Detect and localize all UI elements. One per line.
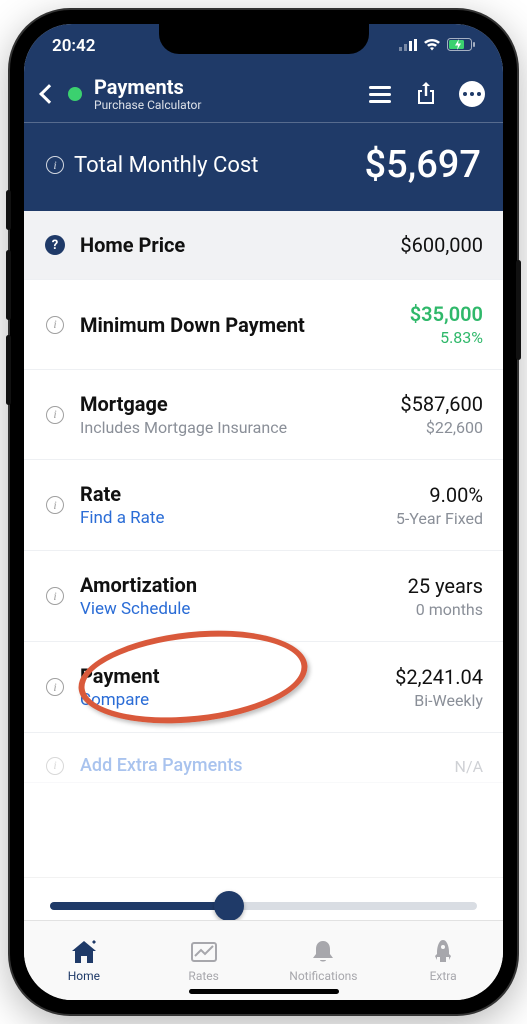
- row-sub: Includes Mortgage Insurance: [80, 418, 386, 437]
- row-value: $2,241.04: [395, 665, 483, 689]
- row-down-payment[interactable]: i Minimum Down Payment $35,000 5.83%: [24, 280, 503, 370]
- row-value-sub: $22,600: [400, 418, 483, 437]
- page-subtitle: Purchase Calculator: [94, 98, 355, 112]
- row-payment[interactable]: i Payment Compare $2,241.04 Bi-Weekly: [24, 642, 503, 733]
- row-value-sub: 5-Year Fixed: [396, 509, 483, 528]
- row-home-price[interactable]: ? Home Price $600,000: [24, 211, 503, 280]
- row-label: Rate: [80, 482, 382, 506]
- notch: [159, 24, 369, 54]
- tab-label: Notifications: [289, 969, 357, 983]
- row-label: Minimum Down Payment: [80, 313, 396, 337]
- row-value: $600,000: [400, 233, 483, 257]
- share-icon[interactable]: [413, 81, 439, 107]
- view-schedule-link[interactable]: View Schedule: [80, 599, 394, 619]
- tab-bar: Home Rates Notifications Extra: [24, 920, 503, 1000]
- wifi-icon: [423, 36, 441, 56]
- tab-label: Extra: [430, 969, 457, 983]
- info-icon[interactable]: i: [46, 496, 64, 514]
- help-icon[interactable]: ?: [45, 235, 65, 255]
- row-label: Payment: [80, 664, 381, 688]
- summary-bar: i Total Monthly Cost $5,697: [24, 123, 503, 211]
- home-icon: [70, 939, 98, 965]
- status-time: 20:42: [52, 36, 95, 56]
- row-value-sub: 5.83%: [410, 328, 483, 347]
- row-extra-payments[interactable]: i Add Extra Payments N/A: [24, 733, 503, 783]
- chart-icon: [190, 939, 218, 965]
- row-value: 9.00%: [396, 483, 483, 507]
- home-indicator[interactable]: [189, 989, 339, 994]
- row-rate[interactable]: i Rate Find a Rate 9.00% 5-Year Fixed: [24, 460, 503, 551]
- compare-link[interactable]: Compare: [80, 690, 381, 710]
- row-label: Mortgage: [80, 392, 386, 416]
- summary-label: Total Monthly Cost: [74, 153, 258, 178]
- page-title: Payments: [94, 76, 355, 98]
- row-value: 25 years: [408, 574, 483, 598]
- tab-label: Home: [68, 969, 100, 983]
- tab-label: Rates: [188, 969, 218, 983]
- row-label: Home Price: [80, 233, 386, 257]
- bell-icon: [309, 939, 337, 965]
- nav-bar: Payments Purchase Calculator: [24, 68, 503, 123]
- content: ? Home Price $600,000 i Minimum Down Pay…: [24, 211, 503, 783]
- row-value: $587,600: [400, 392, 483, 416]
- list-icon[interactable]: [367, 81, 393, 107]
- row-label: Add Extra Payments: [80, 755, 441, 776]
- slider-area: [24, 877, 503, 920]
- back-icon[interactable]: [39, 84, 59, 104]
- info-icon[interactable]: i: [46, 316, 64, 334]
- value-slider[interactable]: [50, 902, 477, 910]
- info-icon[interactable]: i: [46, 406, 64, 424]
- info-icon[interactable]: i: [46, 156, 64, 174]
- row-value: N/A: [455, 757, 483, 776]
- row-amortization[interactable]: i Amortization View Schedule 25 years 0 …: [24, 551, 503, 642]
- battery-icon: [447, 36, 475, 56]
- summary-value: $5,697: [365, 143, 482, 187]
- more-icon[interactable]: [459, 81, 485, 107]
- cell-signal-icon: [399, 36, 417, 56]
- info-icon[interactable]: i: [46, 757, 64, 775]
- row-value: $35,000: [410, 302, 483, 326]
- tab-extra[interactable]: Extra: [383, 921, 503, 1000]
- info-icon[interactable]: i: [46, 678, 64, 696]
- row-mortgage[interactable]: i Mortgage Includes Mortgage Insurance $…: [24, 370, 503, 460]
- row-value-sub: Bi-Weekly: [395, 691, 483, 710]
- rocket-icon: [429, 939, 457, 965]
- row-value-sub: 0 months: [408, 600, 483, 619]
- row-label: Amortization: [80, 573, 394, 597]
- tab-home[interactable]: Home: [24, 921, 144, 1000]
- status-dot-icon: [68, 87, 82, 101]
- slider-thumb[interactable]: [214, 891, 244, 921]
- info-icon[interactable]: i: [46, 587, 64, 605]
- find-rate-link[interactable]: Find a Rate: [80, 508, 382, 528]
